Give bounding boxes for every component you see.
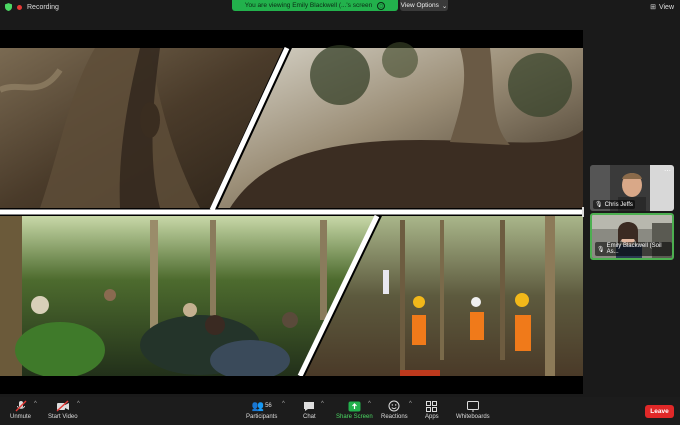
start-video-button[interactable]: Start Video (48, 400, 78, 420)
leave-label: Leave (650, 408, 669, 415)
microphone-muted-icon: 🎙 (597, 246, 605, 253)
reactions-label: Reactions (381, 414, 408, 420)
video-options-chevron-icon[interactable]: ^ (77, 401, 80, 407)
scroll-handle[interactable] (582, 207, 584, 217)
whiteboards-label: Whiteboards (456, 414, 490, 420)
shared-screen (0, 30, 583, 394)
meeting-toolbar: Unmute ^ Start Video ^ 👥 56 Participants… (0, 397, 680, 425)
participants-label: Participants (246, 414, 278, 420)
share-screen-icon (348, 400, 361, 412)
participants-chevron-icon[interactable]: ^ (282, 401, 285, 407)
view-options-label: View Options (400, 2, 439, 9)
participant-tile-active-speaker[interactable]: 🎙 Emily Blackwell (Soil As... (590, 213, 674, 260)
audio-options-chevron-icon[interactable]: ^ (34, 401, 37, 407)
participant-tile[interactable]: ⋯ 🎙 Chris Jeffs (590, 165, 674, 211)
unmute-label: Unmute (10, 414, 32, 420)
unmute-button[interactable]: Unmute (10, 400, 31, 420)
top-bar: Recording You are viewing Emily Blackwel… (0, 0, 680, 16)
chevron-down-icon: ⌄ (441, 2, 448, 10)
recording-indicator[interactable]: Recording (5, 3, 59, 11)
chat-chevron-icon[interactable]: ^ (321, 401, 324, 407)
participant-name: Chris Jeffs (604, 201, 633, 208)
people-icon: 👥 (251, 400, 265, 412)
apps-button[interactable]: Apps (425, 400, 439, 420)
reactions-chevron-icon[interactable]: ^ (409, 401, 412, 407)
smiley-plus-icon (388, 400, 400, 412)
start-video-label: Start Video (48, 414, 78, 420)
reactions-button[interactable]: Reactions (381, 400, 408, 420)
share-screen-label: Share Screen (336, 414, 373, 420)
grid-icon: ⊞ (650, 4, 656, 11)
chat-bubble-icon (303, 400, 315, 412)
chat-label: Chat (303, 414, 316, 420)
shield-icon (5, 3, 12, 11)
view-button[interactable]: ⊞ View (650, 3, 674, 12)
shared-photo-collage (0, 30, 583, 394)
share-info-icon[interactable]: ◻ (377, 1, 386, 10)
whiteboard-icon (466, 400, 479, 412)
record-dot-icon (17, 4, 22, 10)
leave-button[interactable]: Leave (645, 405, 674, 418)
camera-off-icon (56, 400, 70, 412)
microphone-muted-icon: 🎙 (595, 202, 603, 208)
apps-label: Apps (425, 414, 439, 420)
chat-button[interactable]: Chat (303, 400, 316, 420)
screen-share-text: You are viewing Emily Blackwell (...'s s… (244, 2, 373, 9)
participant-name-tag: 🎙 Emily Blackwell (Soil As... (595, 242, 672, 256)
whiteboards-button[interactable]: Whiteboards (456, 400, 490, 420)
screen-share-banner: You are viewing Emily Blackwell (...'s s… (232, 0, 398, 11)
share-chevron-icon[interactable]: ^ (368, 401, 371, 407)
more-options-icon[interactable]: ⋯ (664, 167, 671, 175)
view-options-button[interactable]: View Options ⌄ (400, 0, 448, 11)
microphone-off-icon (15, 400, 27, 412)
recording-label: Recording (27, 3, 59, 11)
view-label: View (658, 3, 674, 11)
participant-name: Emily Blackwell (Soil As... (606, 243, 662, 255)
participant-name-tag: 🎙 Chris Jeffs (593, 200, 635, 209)
participants-count: 56 (265, 403, 272, 409)
participants-button[interactable]: 👥 56 Participants (246, 400, 278, 421)
apps-grid-icon (426, 400, 438, 412)
